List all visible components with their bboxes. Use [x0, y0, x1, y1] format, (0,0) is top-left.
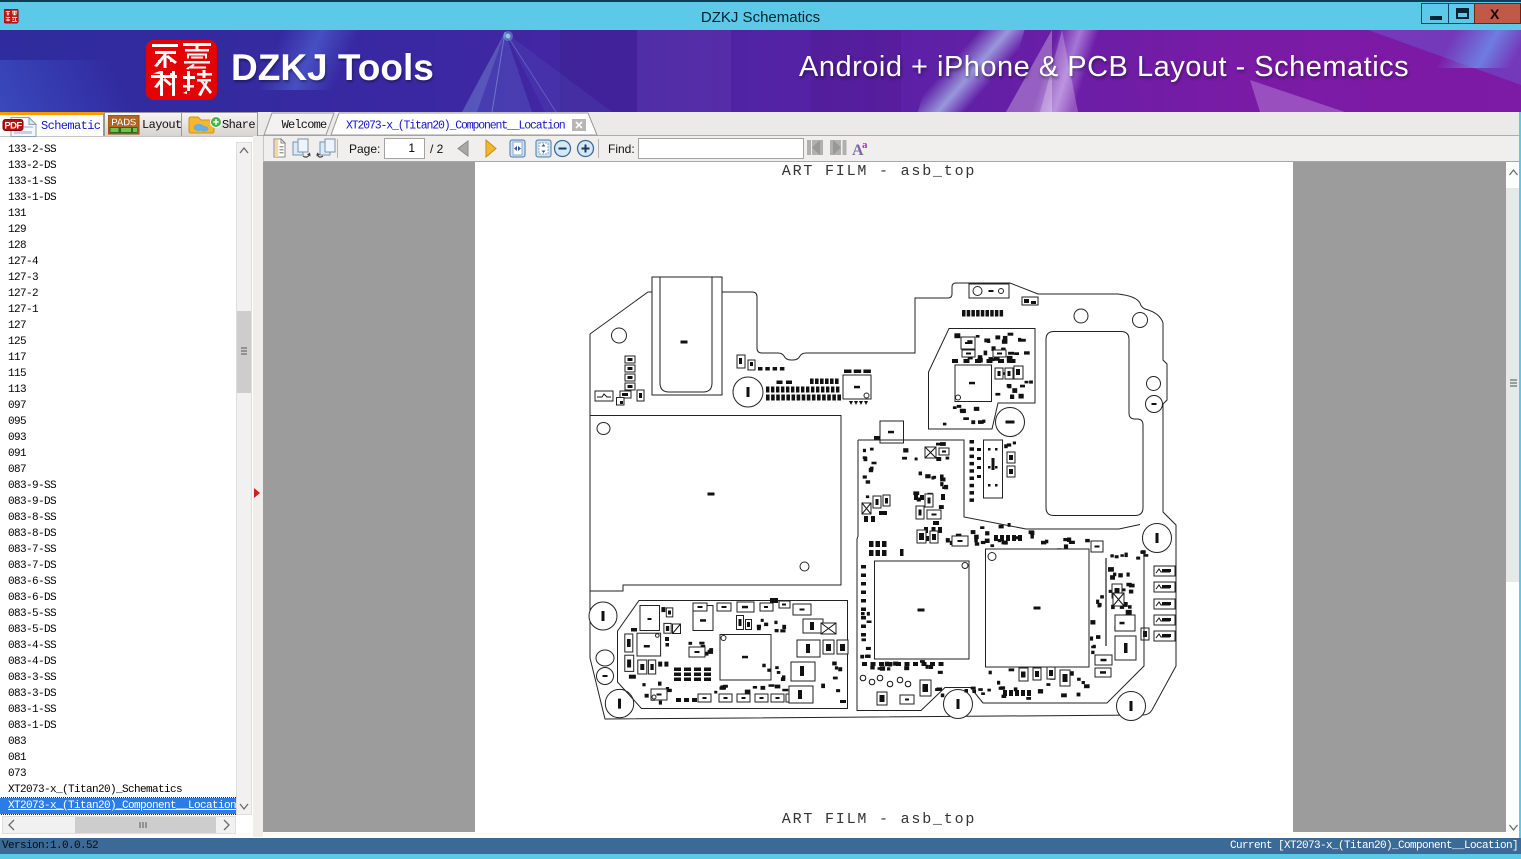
svg-text:XT2073-x_(Titan20)_Component__: XT2073-x_(Titan20)_Component__Location — [346, 120, 565, 133]
svg-text:Welcome: Welcome — [282, 118, 327, 132]
svg-text:a: a — [862, 139, 868, 151]
svg-text:PDF: PDF — [4, 121, 22, 132]
svg-text:PADS: PADS — [111, 118, 137, 129]
